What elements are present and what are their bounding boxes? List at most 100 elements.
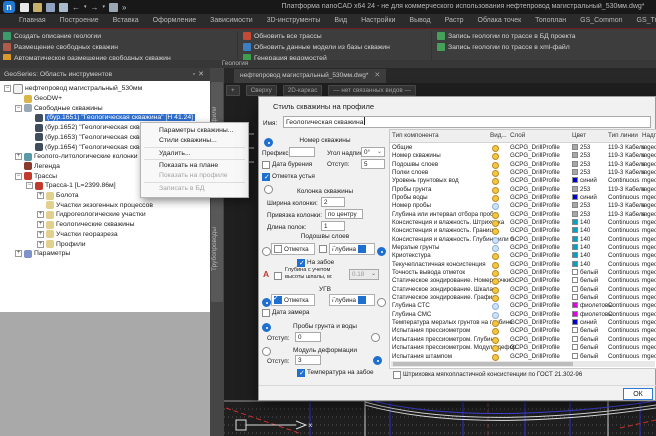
column-anchor-select[interactable]: по центру [325,209,363,219]
expand-icon[interactable]: + [37,221,44,228]
ugv-depth-radio[interactable] [377,298,386,307]
tab-Облака точек[interactable]: Облака точек [471,14,529,28]
visibility-bulb-icon[interactable] [492,178,499,185]
expand-icon[interactable]: + [37,192,44,199]
visibility-bulb-icon[interactable] [492,195,499,202]
visibility-bulb-icon[interactable] [492,287,499,294]
style-name-input[interactable]: Геологическая скважина [283,116,651,128]
tree-item[interactable]: +Геологические скважины [37,220,135,230]
font-style-icon[interactable]: А [263,269,269,279]
ribbon-button[interactable]: Размещение свободных скважин [3,42,171,52]
tree-item[interactable]: +Профили [37,239,86,249]
tree-item[interactable]: +Участки георазреза [37,230,118,240]
visibility-bulb-icon[interactable] [492,328,499,335]
components-table[interactable]: Тип компонентаВид...СлойЦветТип линииНад… [389,129,656,369]
visibility-bulb-icon[interactable] [492,245,499,252]
soles-mark-radio[interactable] [262,247,271,256]
redo-caret-icon[interactable]: ▾ [103,3,106,12]
collapse-icon[interactable]: − [15,173,22,180]
visibility-bulb-icon[interactable] [492,312,499,319]
soles-mark-field[interactable]: Отметка [271,243,315,255]
table-row[interactable]: Номер скважиныGCPG_DrillProfile253119-3 … [390,152,656,160]
print-icon[interactable] [109,3,118,12]
visibility-bulb-icon[interactable] [492,262,499,269]
table-row[interactable]: Глубина СТСGCPG_DrillProfileфиолетовыCon… [390,302,656,310]
visibility-bulb-icon[interactable] [492,295,499,302]
tree-item[interactable]: +Геолого-литологические колонки [15,152,138,162]
app-logo-icon[interactable]: n [3,1,15,13]
menu-item[interactable]: Параметры скважины... [141,126,248,136]
table-row[interactable]: Подошвы слоевGCPG_DrillProfile253119-3 К… [390,161,656,169]
hatch-gost-checkbox[interactable] [393,371,401,379]
redo-icon[interactable]: → [91,3,99,12]
expand-icon[interactable]: + [37,231,44,238]
shelves-length-input[interactable]: 1 [321,221,345,231]
new-file-icon[interactable] [20,3,29,12]
view-button[interactable]: + [226,85,240,96]
collapse-icon[interactable]: − [4,85,11,92]
tree-item[interactable]: GeoDW+ [15,94,62,104]
visibility-bulb-icon[interactable] [492,145,499,152]
table-row[interactable]: Точность вывода отметокGCPG_DrillProfile… [390,269,656,277]
expand-icon[interactable]: + [15,250,22,257]
visibility-bulb-icon[interactable] [492,203,499,210]
table-row[interactable]: Текучепластичная консистенцияGCPG_DrillP… [390,261,656,269]
visibility-bulb-icon[interactable] [492,220,499,227]
soles-mark-checkbox[interactable] [274,245,282,253]
ugv-mark-radio[interactable] [262,298,271,307]
table-row[interactable]: Глубина или интервал отбора пробыGCPG_Dr… [390,211,656,219]
ribbon-button[interactable]: Обновить данные модели из базы скважин [243,42,390,52]
view-button[interactable]: — нет связанных видов — [328,85,415,96]
table-row[interactable]: Статическое зондирование. Номер точки.GC… [390,277,656,285]
table-row[interactable]: ОбщиеGCPG_DrillProfile253119-3 Кабельmge… [390,144,656,152]
sleeper-depth-select[interactable]: 0.18 [349,269,379,280]
table-row[interactable]: Полки слоевGCPG_DrillProfile253119-3 Каб… [390,169,656,177]
save-icon[interactable] [46,3,55,12]
document-close-icon[interactable]: ✕ [374,69,380,83]
measure-date-checkbox[interactable] [262,309,270,317]
view-button[interactable]: 2D-каркас [283,85,323,96]
column-group-radio[interactable] [264,185,273,194]
ugv-depth-checkbox[interactable] [358,296,366,304]
table-row[interactable]: Уровень грунтовых водGCPG_DrillProfileси… [390,177,656,185]
table-row[interactable]: Статическое зондирование. График.GCPG_Dr… [390,294,656,302]
tab-3D-инструменты[interactable]: 3D-инструменты [260,14,328,28]
expand-icon[interactable]: + [37,241,44,248]
soles-middle-checkbox[interactable] [319,245,327,253]
table-row[interactable]: Испытания прессиометромGCPG_DrillProfile… [390,327,656,335]
more-icon[interactable]: » [122,3,126,12]
ribbon-button[interactable]: Обновить все трассы [243,31,390,41]
tree-item[interactable]: −Трассы [15,171,57,181]
visibility-bulb-icon[interactable] [492,237,499,244]
table-row[interactable]: Номер пробыGCPG_DrillProfile253119-3 Каб… [390,202,656,210]
drill-date-checkbox[interactable] [262,161,270,169]
table-horizontal-scrollbar[interactable] [391,361,655,367]
table-row[interactable]: Консистенция и влажность. Глубина или оG… [390,236,656,244]
tab-Вид[interactable]: Вид [327,14,354,28]
tree-item[interactable]: −Свободные скважины [15,103,103,113]
tree-item[interactable]: −нефтепровод магистральный_530мм [4,84,142,94]
column-width-input[interactable]: 2 [321,197,345,207]
menu-item[interactable]: Удалить... [141,149,248,159]
table-row[interactable]: Пробы грунтаGCPG_DrillProfile253119-3 Ка… [390,186,656,194]
table-column-header[interactable]: Тип линии [608,130,638,142]
visibility-bulb-icon[interactable] [492,170,499,177]
table-row[interactable]: Консистенция и влажность. ШтриховкаGCPG_… [390,219,656,227]
vertical-tab-2[interactable]: Трубопроводы [211,196,223,302]
ok-button[interactable]: ОК [623,388,653,400]
table-row[interactable]: Мерзлые грунтыGCPG_DrillProfile140Contin… [390,244,656,252]
ribbon-button[interactable]: Запись геологии по трассе в БД проекта [437,31,576,41]
table-row[interactable]: Статическое зондирование. Шкала.GCPG_Dri… [390,286,656,294]
visibility-bulb-icon[interactable] [492,337,499,344]
tab-GS_Common[interactable]: GS_Common [573,14,629,28]
expand-icon[interactable]: + [15,153,22,160]
table-row[interactable]: Глубина СМСGCPG_DrillProfileфиолетовыCon… [390,311,656,319]
deform-group-radio[interactable] [262,347,271,356]
expand-icon[interactable]: + [37,211,44,218]
table-column-header[interactable]: Цвет [572,130,586,142]
samples-offset-input[interactable]: 0 [295,332,321,342]
visibility-bulb-icon[interactable] [492,153,499,160]
number-offset-input[interactable]: 5 [361,159,385,169]
document-tab[interactable]: нефтепровод магистральный_530мм.dwg* ✕ [234,69,386,83]
mouth-mark-checkbox[interactable] [262,173,270,181]
